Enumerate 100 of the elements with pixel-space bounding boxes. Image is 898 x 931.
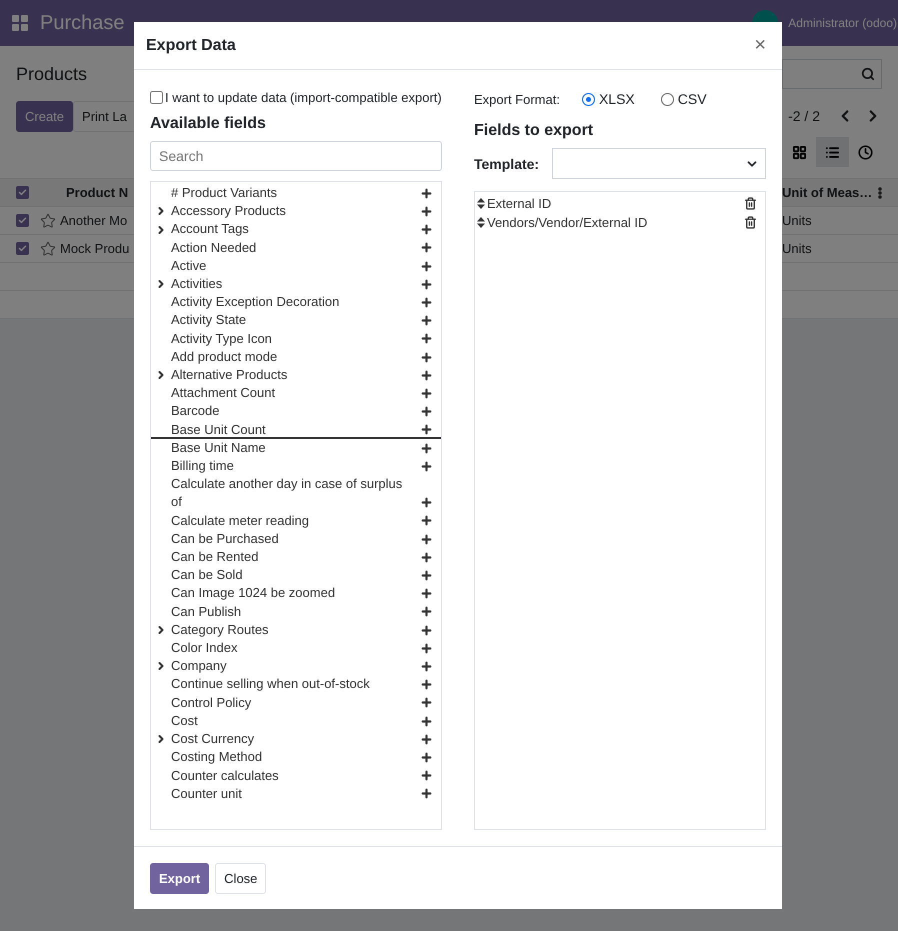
field-item[interactable]: Can be Rented: [171, 548, 258, 566]
radio-button[interactable]: [660, 92, 674, 106]
field-item[interactable]: Calculate meter reading: [171, 512, 310, 530]
add-icon[interactable]: [420, 186, 433, 200]
field-item[interactable]: Can Image 1024 be zoomed: [171, 584, 336, 603]
field-item[interactable]: Activity Type Icon: [171, 330, 272, 348]
add-icon[interactable]: [420, 660, 433, 673]
add-icon[interactable]: [420, 678, 433, 692]
radio-label[interactable]: XLSX: [598, 91, 635, 107]
field-item[interactable]: Barcode: [171, 402, 220, 421]
close-button[interactable]: Close: [215, 862, 266, 894]
sort-icon[interactable]: [477, 217, 485, 228]
list-view-button[interactable]: [816, 137, 849, 167]
add-icon[interactable]: [420, 532, 433, 546]
field-item[interactable]: Alternative Products: [171, 366, 288, 384]
add-icon[interactable]: [420, 550, 433, 564]
add-icon[interactable]: [420, 732, 433, 746]
add-icon[interactable]: [420, 241, 433, 254]
checkbox[interactable]: [16, 242, 29, 255]
add-icon[interactable]: [420, 386, 433, 400]
add-icon[interactable]: [420, 751, 433, 764]
add-icon[interactable]: [420, 568, 433, 582]
field-item[interactable]: Calculate another day in case of surplus of: [171, 475, 407, 512]
delete-icon[interactable]: [744, 197, 757, 210]
template-label: Template:: [474, 156, 540, 172]
add-icon[interactable]: [420, 460, 433, 473]
star-icon[interactable]: [40, 212, 56, 228]
field-item[interactable]: Billing time: [171, 457, 234, 476]
field-item[interactable]: Continue selling when out-of-stock: [171, 675, 370, 694]
add-icon[interactable]: [420, 642, 433, 655]
field-item[interactable]: Can be Sold: [171, 566, 243, 584]
field-item[interactable]: Category Routes: [171, 620, 269, 640]
field-item[interactable]: Control Policy: [171, 694, 252, 712]
field-item[interactable]: Cost: [171, 712, 198, 730]
add-icon[interactable]: [420, 368, 433, 382]
add-icon[interactable]: [420, 350, 433, 364]
field-item[interactable]: Action Needed: [171, 238, 256, 257]
field-item[interactable]: Counter calculates: [171, 766, 279, 785]
column-header[interactable]: Unit of Meas…: [782, 185, 878, 200]
checkbox-label[interactable]: I want to update data (import-compatible export): [165, 90, 442, 104]
field-item[interactable]: Active: [171, 256, 206, 276]
add-icon[interactable]: [420, 278, 433, 291]
field-item[interactable]: Can be Purchased: [171, 530, 279, 548]
search-field[interactable]: Search: [150, 141, 442, 171]
add-icon[interactable]: [420, 787, 433, 800]
add-icon[interactable]: [420, 714, 433, 728]
sort-icon[interactable]: [477, 198, 485, 209]
add-icon[interactable]: [420, 605, 433, 618]
field-item[interactable]: Attachment Count: [171, 384, 276, 402]
close-button[interactable]: ×: [750, 34, 770, 57]
add-icon[interactable]: [420, 514, 433, 528]
table-cell-text: Units: [782, 241, 813, 256]
add-icon[interactable]: [420, 624, 433, 637]
export-button[interactable]: Export: [150, 862, 210, 894]
field-item[interactable]: Activities: [171, 275, 222, 294]
export-field-item[interactable]: Vendors/Vendor/External ID: [487, 213, 648, 232]
add-icon[interactable]: [420, 496, 433, 510]
page-title: Products: [16, 64, 88, 84]
checkbox[interactable]: [16, 214, 29, 227]
radio-button[interactable]: [582, 92, 595, 106]
check-icon: [18, 244, 27, 253]
field-item[interactable]: Can Publish: [171, 602, 242, 621]
add-icon[interactable]: [420, 696, 433, 710]
add-icon[interactable]: [420, 223, 433, 236]
field-item[interactable]: Activity Exception Decoration: [171, 293, 340, 312]
export-field-item[interactable]: External ID: [487, 194, 552, 213]
field-item[interactable]: Base Unit Name: [171, 438, 266, 458]
section-title: Available fields: [150, 115, 267, 133]
search-field[interactable]: [782, 59, 882, 89]
field-item[interactable]: Costing Method: [171, 748, 262, 766]
table-cell: Another Mo: [60, 213, 128, 228]
add-icon[interactable]: [420, 587, 433, 600]
search-icon[interactable]: [861, 67, 875, 81]
add-icon[interactable]: [420, 442, 433, 455]
add-icon[interactable]: [420, 260, 433, 273]
field-item[interactable]: Counter unit: [171, 784, 242, 803]
add-icon[interactable]: [420, 332, 433, 346]
add-icon[interactable]: [420, 204, 433, 218]
add-icon[interactable]: [420, 405, 433, 418]
pager-text: -2 / 2: [788, 108, 820, 124]
field-item[interactable]: Accessory Products: [171, 202, 286, 220]
field-item[interactable]: Account Tags: [171, 220, 249, 239]
field-item[interactable]: Base Unit Count: [171, 420, 266, 439]
print-button[interactable]: Print La: [73, 100, 136, 132]
add-icon[interactable]: [420, 423, 433, 436]
field-item[interactable]: Color Index: [171, 639, 238, 658]
field-item[interactable]: Company: [171, 657, 227, 676]
field-item[interactable]: # Product Variants: [171, 184, 277, 202]
field-item[interactable]: Add product mode: [171, 348, 278, 366]
apps-grid-icon[interactable]: [12, 15, 28, 31]
add-icon[interactable]: [420, 769, 433, 782]
delete-icon[interactable]: [744, 216, 757, 229]
checkbox[interactable]: [16, 186, 29, 199]
field-item[interactable]: Cost Currency: [171, 730, 254, 748]
star-icon[interactable]: [40, 240, 56, 256]
checkbox[interactable]: [150, 90, 163, 104]
field-item[interactable]: Activity State: [171, 311, 246, 330]
add-icon[interactable]: [420, 296, 433, 309]
add-icon[interactable]: [420, 314, 433, 328]
radio-label[interactable]: CSV: [678, 91, 707, 107]
